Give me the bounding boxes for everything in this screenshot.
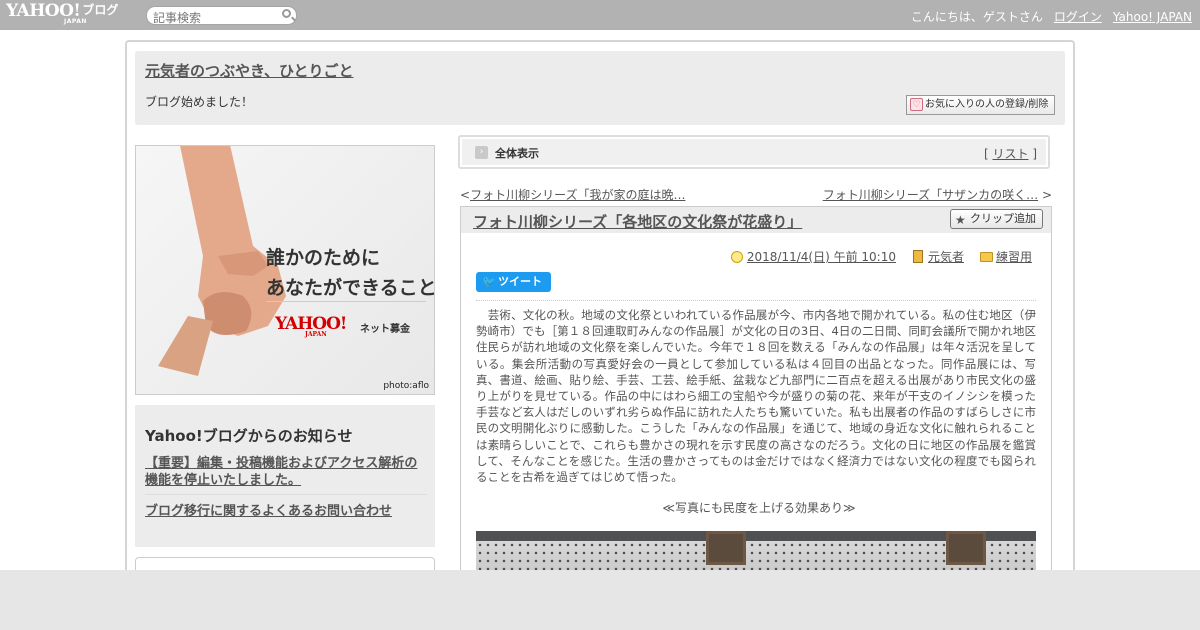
main-area: 元気者のつぶやき、ひとりごと ブログ始めました！ ♡ お気に入りの人の登録/削除… (0, 30, 1200, 597)
article-meta: 2018/11/4(日) 午前 10:10 元気者 練習用 (730, 248, 1032, 265)
bracket-close: ] (1032, 147, 1037, 161)
author-icon (912, 250, 923, 263)
blog-frame: 元気者のつぶやき、ひとりごと ブログ始めました！ ♡ お気に入りの人の登録/削除… (125, 40, 1075, 597)
article-header: フォト川柳シリーズ「各地区の文化祭が花盛り」 ★ クリップ追加 (461, 207, 1051, 233)
search-icon[interactable] (282, 9, 291, 18)
prev-arrow: < (460, 188, 471, 202)
article-body: 芸術、文化の秋。地域の文化祭といわれている作品展が今、市内各地で開かれている。私… (476, 308, 1036, 485)
bracket-open: [ (983, 147, 989, 161)
next-article-link[interactable]: フォト川柳シリーズ「サザンカの咲く… (823, 188, 1038, 202)
next-article: フォト川柳シリーズ「サザンカの咲く… > (823, 186, 1052, 203)
list-view-link: [ リスト ] (984, 145, 1037, 162)
article: フォト川柳シリーズ「各地区の文化祭が花盛り」 ★ クリップ追加 2018/11/… (460, 206, 1052, 591)
view-tab-inner: › 全体表示 [ リスト ] (462, 139, 1046, 165)
blog-header: 元気者のつぶやき、ひとりごと ブログ始めました！ ♡ お気に入りの人の登録/削除 (135, 51, 1065, 125)
meta-date: 2018/11/4(日) 午前 10:10 (730, 250, 896, 264)
banner-credit: photo:aflo (383, 381, 429, 391)
star-icon: ★ (955, 213, 966, 227)
meta-category: 練習用 (979, 250, 1032, 264)
photo-caption-text: ≪写真にも民度を上げる効果あり≫ (662, 501, 856, 515)
favorite-button-label: お気に入りの人の登録/削除 (925, 99, 1049, 110)
article-title[interactable]: フォト川柳シリーズ「各地区の文化祭が花盛り」 (473, 211, 802, 232)
yahoo-japan-link[interactable]: Yahoo! JAPAN (1113, 10, 1192, 24)
clock-icon (730, 251, 743, 263)
top-bar: YAHOO!JAPANブログ こんにちは、ゲストさんログイン Yahoo! JAP… (0, 0, 1200, 30)
login-link[interactable]: ログイン (1054, 10, 1102, 24)
banner-line1: 誰かのために (266, 247, 381, 269)
article-search (146, 6, 297, 27)
prev-article: <フォト川柳シリーズ「我が家の庭は晩… (460, 186, 685, 203)
search-input[interactable] (147, 9, 272, 27)
user-links: こんにちは、ゲストさん ログイン Yahoo! JAPAN (900, 8, 1192, 25)
clip-button-label: クリップ追加 (970, 212, 1036, 225)
article-datetime[interactable]: 2018/11/4(日) 午前 10:10 (747, 250, 896, 264)
charity-banner[interactable]: 誰かのために あなたができること YAHOO! JAPAN ネット募金 phot… (135, 145, 435, 395)
next-arrow: > (1041, 188, 1052, 202)
meta-author: 元気者 (912, 250, 964, 264)
notice-item-faq[interactable]: ブログ移行に関するよくあるお問い合わせ (145, 500, 392, 519)
greeting-text: こんにちは、ゲストさん (910, 10, 1043, 24)
article-category[interactable]: 練習用 (996, 250, 1032, 264)
photo-window-right (946, 531, 986, 565)
banner-divider (266, 301, 426, 302)
heart-icon: ♡ (910, 98, 923, 111)
notice-item-important[interactable]: 【重要】編集・投稿機能およびアクセス解析の機能を停止いたしました。 (145, 455, 427, 489)
twitter-bird-icon: 🐦 (482, 275, 496, 288)
photo-window-left (706, 531, 746, 565)
notice-box: Yahoo!ブログからのお知らせ 【重要】編集・投稿機能およびアクセス解析の機能… (135, 405, 435, 547)
article-author[interactable]: 元気者 (928, 250, 964, 264)
tweet-label: ツイート (498, 275, 542, 288)
arrow-right-icon: › (475, 146, 488, 159)
banner-service: ネット募金 (360, 324, 410, 335)
notice-heading: Yahoo!ブログからのお知らせ (145, 427, 353, 445)
banner-line2: あなたができること (266, 277, 435, 299)
banner-yahoo-logo: YAHOO! JAPAN (275, 314, 347, 338)
favorite-register-button[interactable]: ♡ お気に入りの人の登録/削除 (906, 95, 1055, 115)
article-divider (476, 300, 1036, 301)
service-name: ブログ (82, 3, 119, 17)
notice-divider (145, 494, 427, 495)
list-link[interactable]: リスト (992, 147, 1028, 161)
page-footer-band (0, 570, 1200, 630)
blog-description: ブログ始めました！ (145, 95, 254, 109)
photo-caption: ≪写真にも民度を上げる効果あり≫ (476, 499, 1036, 516)
prev-article-link[interactable]: フォト川柳シリーズ「我が家の庭は晩… (470, 188, 685, 202)
tab-view-all[interactable]: 全体表示 (495, 145, 539, 161)
folder-icon (979, 252, 993, 262)
tweet-button[interactable]: 🐦 ツイート (476, 272, 551, 292)
blog-title[interactable]: 元気者のつぶやき、ひとりごと (145, 60, 354, 81)
yahoo-blog-logo[interactable]: YAHOO! JAPAN ブログ (6, 3, 119, 25)
logo-sub: JAPAN (64, 18, 87, 25)
clip-add-button[interactable]: ★ クリップ追加 (950, 209, 1043, 229)
view-tab-bar: › 全体表示 [ リスト ] (458, 135, 1050, 169)
